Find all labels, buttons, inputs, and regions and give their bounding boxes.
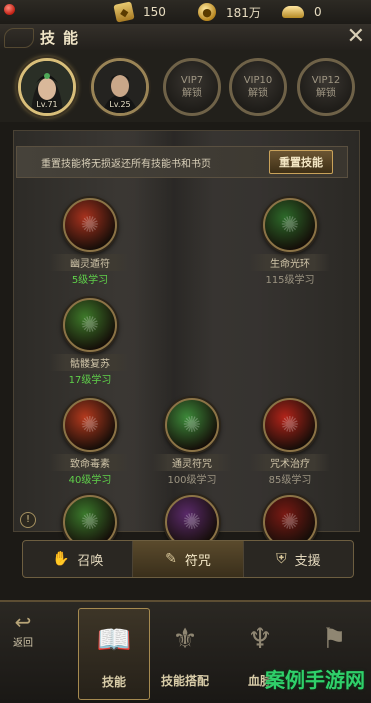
totem-icon: ⚜: [172, 621, 198, 655]
skill-level-requirement: 5级学习: [71, 275, 109, 286]
back-arrow-icon: ↩: [14, 610, 32, 634]
gold-resource: ● 181万: [198, 2, 261, 22]
skill-level-requirement: 40级学习: [68, 475, 112, 486]
skill-category-tabs: ✋ 召唤 ✎ 符咒 ⛨ 支援: [22, 540, 354, 578]
tab-talisman[interactable]: ✎ 符咒: [133, 541, 244, 577]
close-icon[interactable]: ✕: [347, 26, 365, 48]
tab-summon[interactable]: ✋ 召唤: [23, 541, 134, 577]
skill-slot[interactable]: ✺ 骷髅复苏 17级学习: [50, 298, 130, 386]
gem-value: 150: [143, 5, 166, 19]
skill-level-requirement: 17级学习: [68, 375, 112, 386]
ingot-value: 0: [314, 5, 322, 19]
skill-glyph-icon: ✺: [80, 412, 100, 438]
skill-orb-icon: ✺: [263, 398, 317, 452]
skill-name: 幽灵遁符: [50, 254, 130, 271]
unlock-label: 解锁: [248, 88, 268, 99]
skill-glyph-icon: ✺: [182, 412, 202, 438]
shield-icon: ⛨: [276, 551, 287, 567]
skill-orb-icon: ✺: [63, 298, 117, 352]
skill-glyph-icon: ✺: [80, 312, 100, 338]
skill-glyph-icon: ✺: [280, 412, 300, 438]
info-icon[interactable]: !: [20, 512, 36, 528]
watermark: 案例手游网: [265, 668, 365, 692]
skill-name: 生命光环: [250, 254, 330, 271]
back-label: 返回: [13, 638, 33, 649]
nav-label: 技能: [101, 675, 126, 689]
skill-level-requirement: 100级学习: [167, 475, 217, 486]
gem-card-icon: ◆: [113, 1, 135, 23]
skill-slot[interactable]: ✺ 幽灵遁符 5级学习: [50, 198, 130, 286]
skill-name: 通灵符咒: [152, 454, 232, 471]
dragon-icon: ♆: [247, 621, 273, 655]
ingot-resource: 0: [282, 2, 322, 22]
vip-label: VIP10: [243, 75, 273, 86]
vip-label: VIP12: [311, 75, 341, 86]
back-button[interactable]: ↩ 返回: [6, 610, 40, 670]
reset-skills-button[interactable]: 重置技能: [269, 150, 333, 174]
skill-orb-icon: ✺: [63, 398, 117, 452]
hand-icon: ✋: [51, 551, 70, 567]
hero-level: Lv.25: [109, 100, 131, 109]
skill-level-requirement: 85级学习: [268, 475, 312, 486]
page-title: 技能: [40, 29, 87, 47]
skill-level-requirement: 115级学习: [265, 275, 315, 286]
hero-selector: Lv.71 Lv.25 VIP7 解锁 VIP10 解锁 VIP12 解锁: [0, 50, 371, 122]
nav-skill-combo[interactable]: ⚜ 技能搭配: [150, 608, 220, 698]
skill-glyph-icon: ✺: [80, 212, 100, 238]
hero-level: Lv.71: [36, 100, 58, 109]
locked-slot-vip7[interactable]: VIP7 解锁: [163, 58, 221, 116]
ornament-icon: [4, 28, 34, 48]
gold-coin-icon: ●: [198, 3, 216, 21]
nav-skills[interactable]: 📖 技能: [78, 608, 150, 700]
unlock-label: 解锁: [316, 88, 336, 99]
gem-resource: ◆ 150: [113, 1, 166, 23]
skill-glyph-icon: ✺: [280, 212, 300, 238]
skill-slot[interactable]: ✺ 生命光环 115级学习: [250, 198, 330, 286]
skill-slot[interactable]: ✺ 通灵符咒 100级学习: [152, 398, 232, 486]
skill-name: 致命毒素: [50, 454, 130, 471]
locked-slot-vip10[interactable]: VIP10 解锁: [229, 58, 287, 116]
skill-slot[interactable]: ✺ 咒术治疗 85级学习: [250, 398, 330, 486]
skill-orb-icon: ✺: [63, 198, 117, 252]
tab-label: 支援: [294, 553, 321, 569]
book-icon: 📖: [96, 622, 132, 656]
talisman-icon: ✎: [165, 551, 177, 567]
gold-value: 181万: [226, 5, 261, 20]
banner-icon: ⚑: [321, 621, 347, 655]
reset-notice: 重置技能将无损返还所有技能书和书页 重置技能: [16, 146, 348, 178]
skill-orb-icon: ✺: [165, 398, 219, 452]
hero-avatar-1[interactable]: Lv.71: [18, 58, 76, 116]
skill-orb-icon: ✺: [263, 198, 317, 252]
hero-avatar-2[interactable]: Lv.25: [91, 58, 149, 116]
tab-label: 符咒: [184, 553, 211, 569]
skill-name: 咒术治疗: [250, 454, 330, 471]
gold-ingot-icon: [282, 6, 304, 18]
locked-slot-vip12[interactable]: VIP12 解锁: [297, 58, 355, 116]
vip-label: VIP7: [180, 75, 204, 86]
unlock-label: 解锁: [182, 88, 202, 99]
resource-bar: ◆ 150 ● 181万 0: [0, 0, 371, 25]
skill-name: 骷髅复苏: [50, 354, 130, 371]
tab-support[interactable]: ⛨ 支援: [244, 541, 353, 577]
notification-dot: [4, 4, 15, 15]
reset-notice-text: 重置技能将无损返还所有技能书和书页: [41, 159, 211, 170]
tab-label: 召唤: [77, 553, 104, 569]
title-bar: 技能 ✕: [0, 24, 371, 51]
nav-label: 技能搭配: [160, 674, 209, 688]
skill-slot[interactable]: ✺ 致命毒素 40级学习: [50, 398, 130, 486]
